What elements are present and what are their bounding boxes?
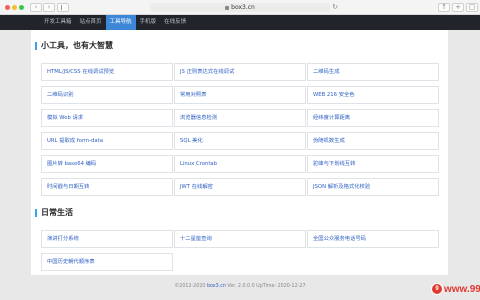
sidebar-toggle-icon[interactable] [57, 3, 69, 12]
tool-card-web-safe-colors[interactable]: WEB 216 安全色 [307, 86, 439, 104]
nav-item-tool-navigation[interactable]: 工具导航 [105, 15, 136, 30]
reload-icon[interactable]: ↻ [331, 3, 339, 12]
tool-card-html-js-css-debug[interactable]: HTML/JS/CSS 在线调试预览 [41, 63, 173, 81]
page-footer: ©2012-2020 box3.cn Ver. 2.0.0.0 UpTime: … [0, 281, 480, 300]
nav-item-home[interactable]: 站点首页 [76, 15, 106, 30]
nav-item-toolbox[interactable]: 开发工具箱 [40, 15, 76, 30]
section-title-tools: 小工具，也有大智慧 [35, 41, 113, 50]
tool-card-url-to-form-data[interactable]: URL 提取成 form-data [41, 132, 173, 150]
browser-toolbar: ‹ › box3.cn ↻ ↑ + ▢ [0, 0, 480, 15]
watermark-text: www.9969. [444, 283, 480, 295]
tool-card-reference-tables[interactable]: 常用对照表 [174, 86, 306, 104]
tool-card-regex-debug[interactable]: JS 正则表达式在线调试 [174, 63, 306, 81]
share-icon[interactable]: ↑ [438, 3, 450, 12]
tool-card-speech-scoring[interactable]: 演讲打分系统 [41, 230, 173, 248]
site-navigation: 开发工具箱 站点首页 工具导航 手机版 在线反馈 [0, 15, 480, 30]
tool-card-image-base64[interactable]: 图片转 base64 编码 [41, 155, 173, 173]
watermark-logo-glyph: 9 [435, 286, 439, 292]
new-tab-icon[interactable]: ▢ [466, 3, 478, 12]
footer-copyright: ©2012-2020 [174, 284, 207, 289]
main-content: 小工具，也有大智慧 HTML/JS/CSS 在线调试预览 JS 正则表达式在线调… [31, 30, 448, 275]
tool-card-sql-beautify[interactable]: SQL 美化 [174, 132, 306, 150]
nav-item-feedback[interactable]: 在线反馈 [160, 15, 190, 30]
close-window-icon[interactable] [5, 5, 10, 10]
tool-card-json-format[interactable]: JSON 解析及格式化校验 [307, 178, 439, 196]
nav-item-mobile[interactable]: 手机版 [136, 15, 161, 30]
tool-card-dynasty-order[interactable]: 中国历史朝代顺序表 [41, 253, 173, 271]
address-bar-url: box3.cn [231, 4, 255, 11]
back-button[interactable]: ‹ [30, 3, 42, 12]
address-bar[interactable]: box3.cn [150, 3, 330, 12]
tool-card-zodiac-query[interactable]: 十二星座查询 [174, 230, 306, 248]
section-title-daily-life: 日常生活 [35, 208, 73, 217]
watermark: 9 www.9969. [431, 282, 480, 296]
tool-card-web-request[interactable]: 模拟 Web 请求 [41, 109, 173, 127]
watermark-logo-icon: 9 [431, 283, 443, 295]
tool-card-timestamp-date[interactable]: 时间戳与日期互转 [41, 178, 173, 196]
tool-card-random-number[interactable]: 伪随机数生成 [307, 132, 439, 150]
tool-card-service-phone-numbers[interactable]: 全国公众服务电话号码 [307, 230, 439, 248]
footer-site-link[interactable]: box3.cn [207, 284, 226, 289]
maximize-window-icon[interactable] [19, 5, 24, 10]
lock-icon [225, 5, 230, 10]
tool-card-qrcode-recognize[interactable]: 二维码识别 [41, 86, 173, 104]
tool-card-camel-underscore[interactable]: 驼峰与下划线互转 [307, 155, 439, 173]
forward-button[interactable]: › [43, 3, 55, 12]
tool-card-geo-distance[interactable]: 经纬度计算距离 [307, 109, 439, 127]
tool-card-browser-info[interactable]: 浏览器信息检测 [174, 109, 306, 127]
minimize-window-icon[interactable] [12, 5, 17, 10]
footer-version: Ver. 2.0.0.0 UpTime: 2020-12-27 [225, 284, 306, 289]
tool-card-linux-crontab[interactable]: Linux Crontab [174, 155, 306, 173]
tool-card-jwt-decode[interactable]: JWT 在线解密 [174, 178, 306, 196]
tabs-overview-icon[interactable]: + [452, 3, 464, 12]
tool-card-qrcode-generate[interactable]: 二维码生成 [307, 63, 439, 81]
